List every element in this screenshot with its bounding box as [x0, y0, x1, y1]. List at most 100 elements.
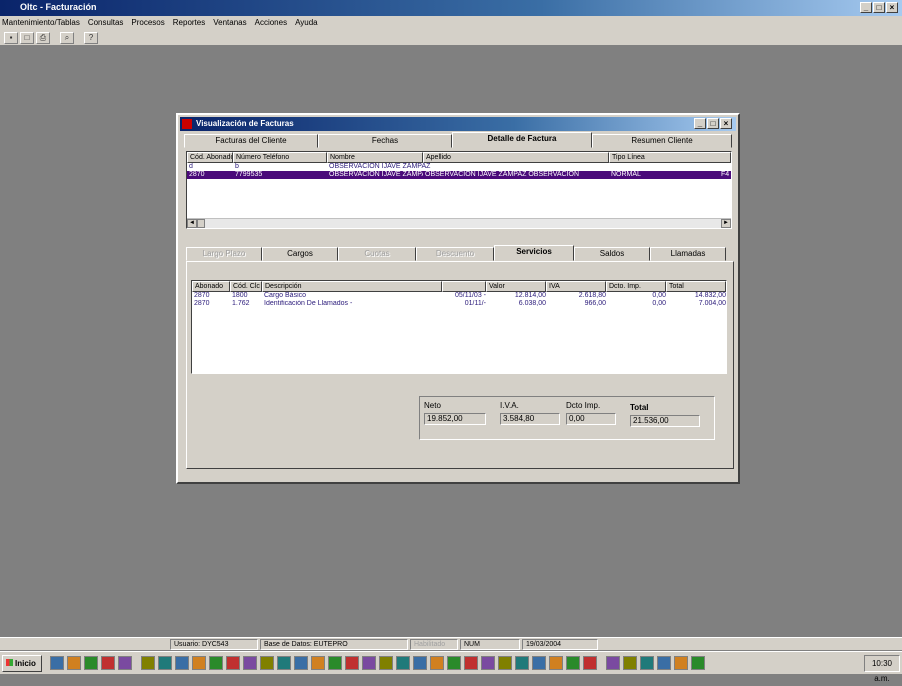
- window-maximize-button[interactable]: □: [707, 118, 719, 129]
- tray-icon[interactable]: [606, 656, 620, 670]
- print-icon[interactable]: ⎙: [36, 32, 50, 44]
- table-row-selected[interactable]: 2870 7799535 OBSERVACIÓN IJAVE ZAMPAZ OB…: [187, 171, 731, 179]
- taskbar-program-icon[interactable]: [413, 656, 427, 670]
- cell: 1800: [232, 292, 248, 299]
- tab-llamadas[interactable]: Llamadas: [650, 247, 726, 261]
- open-icon[interactable]: □: [20, 32, 34, 44]
- column-header-iva[interactable]: IVA: [546, 281, 606, 292]
- cell: 966,00: [584, 300, 606, 307]
- tab-cargos[interactable]: Cargos: [262, 247, 338, 261]
- window-minimize-button[interactable]: _: [694, 118, 706, 129]
- column-header-valor[interactable]: Valor: [486, 281, 546, 292]
- column-header-descripcion[interactable]: Descripción: [262, 281, 442, 292]
- tab-resumen-cliente[interactable]: Resumen Cliente: [592, 134, 732, 148]
- taskbar-program-icon[interactable]: [294, 656, 308, 670]
- quick-launch-icon[interactable]: [67, 656, 81, 670]
- taskbar-program-icon[interactable]: [243, 656, 257, 670]
- taskbar-program-icon[interactable]: [260, 656, 274, 670]
- column-header-apellido[interactable]: Apellido: [423, 152, 609, 163]
- help-icon[interactable]: ?: [84, 32, 98, 44]
- taskbar-program-icon[interactable]: [549, 656, 563, 670]
- tray-icon[interactable]: [674, 656, 688, 670]
- taskbar-program-icon[interactable]: [464, 656, 478, 670]
- taskbar-program-icon[interactable]: [328, 656, 342, 670]
- services-grid[interactable]: Abonado Cód. Clc Descripción Valor IVA D…: [191, 280, 727, 374]
- maximize-button[interactable]: □: [873, 2, 885, 13]
- table-row[interactable]: d b OBSERVACIÓN IJAVE ZAMPAZ: [187, 163, 731, 171]
- taskbar-program-icon[interactable]: [192, 656, 206, 670]
- taskbar-program-icon[interactable]: [158, 656, 172, 670]
- tab-detalle-factura[interactable]: Detalle de Factura: [452, 132, 592, 148]
- column-header-abonado[interactable]: Abonado: [192, 281, 230, 292]
- taskbar-program-icon[interactable]: [498, 656, 512, 670]
- table-row[interactable]: 2870 1800 Cargo Básico 05/11/03 - 12.814…: [192, 292, 726, 300]
- menu-item-mantenimiento[interactable]: Mantenimiento/Tablas: [2, 16, 80, 30]
- menu-item-procesos[interactable]: Procesos: [131, 16, 164, 30]
- taskbar-program-icon[interactable]: [583, 656, 597, 670]
- column-header-total[interactable]: Total: [666, 281, 726, 292]
- table-row[interactable]: 2870 1.762 Identificación De Llamados - …: [192, 300, 726, 308]
- taskbar-program-icon[interactable]: [362, 656, 376, 670]
- start-button[interactable]: Inicio: [2, 655, 42, 672]
- cell: NORMAL: [611, 171, 641, 178]
- scroll-thumb[interactable]: [197, 219, 205, 228]
- quick-launch-icon[interactable]: [101, 656, 115, 670]
- tray-icon[interactable]: [623, 656, 637, 670]
- tab-saldos[interactable]: Saldos: [574, 247, 650, 261]
- taskbar-program-icon[interactable]: [379, 656, 393, 670]
- column-header-dcto-imp[interactable]: Dcto. Imp.: [606, 281, 666, 292]
- subscriber-grid[interactable]: Cód. Abonado Número Teléfono Nombre Apel…: [186, 151, 732, 229]
- search-icon[interactable]: ⌕: [60, 32, 74, 44]
- tray-icon[interactable]: [640, 656, 654, 670]
- scroll-left-icon[interactable]: ◄: [187, 219, 197, 228]
- column-header-blank[interactable]: [442, 281, 486, 292]
- tab-descuento[interactable]: Descuento: [416, 247, 494, 261]
- taskbar-program-icon[interactable]: [566, 656, 580, 670]
- menu-item-ventanas[interactable]: Ventanas: [213, 16, 246, 30]
- menu-item-acciones[interactable]: Acciones: [255, 16, 287, 30]
- quick-launch-icon[interactable]: [118, 656, 132, 670]
- taskbar-program-icon[interactable]: [396, 656, 410, 670]
- taskbar-program-icon[interactable]: [209, 656, 223, 670]
- taskbar-program-icon[interactable]: [481, 656, 495, 670]
- taskbar-program-icon[interactable]: [447, 656, 461, 670]
- column-header-cod-clc[interactable]: Cód. Clc: [230, 281, 262, 292]
- tab-cuotas[interactable]: Cuotas: [338, 247, 416, 261]
- column-header-numero-telefono[interactable]: Número Teléfono: [233, 152, 327, 163]
- taskbar-program-icon[interactable]: [175, 656, 189, 670]
- status-bar: Usuario: DYC543 Base de Datos: EUTEPRO H…: [0, 637, 902, 650]
- quick-launch-icon[interactable]: [84, 656, 98, 670]
- column-header-nombre[interactable]: Nombre: [327, 152, 423, 163]
- taskbar-program-icon[interactable]: [141, 656, 155, 670]
- tab-fechas[interactable]: Fechas: [318, 134, 452, 148]
- taskbar-program-icon[interactable]: [532, 656, 546, 670]
- taskbar-program-icon[interactable]: [345, 656, 359, 670]
- tab-servicios[interactable]: Servicios: [494, 245, 574, 261]
- close-button[interactable]: ×: [886, 2, 898, 13]
- cell: 6.038,00: [518, 300, 546, 307]
- tray-icon[interactable]: [691, 656, 705, 670]
- taskbar-program-icon[interactable]: [277, 656, 291, 670]
- scroll-right-icon[interactable]: ►: [721, 219, 731, 228]
- neto-field: 19.852,00: [424, 413, 486, 425]
- taskbar-program-icon[interactable]: [430, 656, 444, 670]
- column-header-tipo-linea[interactable]: Tipo Línea: [609, 152, 731, 163]
- column-header-cod-abonado[interactable]: Cód. Abonado: [187, 152, 233, 163]
- quick-launch-icon[interactable]: [50, 656, 64, 670]
- minimize-button[interactable]: _: [860, 2, 872, 13]
- servicios-panel: Abonado Cód. Clc Descripción Valor IVA D…: [186, 261, 734, 469]
- taskbar-program-icon[interactable]: [311, 656, 325, 670]
- tray-icon[interactable]: [657, 656, 671, 670]
- menu-item-consultas[interactable]: Consultas: [88, 16, 124, 30]
- cell: 12.814,00: [514, 292, 546, 299]
- menu-item-reportes[interactable]: Reportes: [173, 16, 205, 30]
- tab-largo-plazo[interactable]: Largo Plazo: [186, 247, 262, 261]
- save-icon[interactable]: ▪: [4, 32, 18, 44]
- taskbar-program-icon[interactable]: [515, 656, 529, 670]
- window-close-button[interactable]: ×: [720, 118, 732, 129]
- tab-facturas-cliente[interactable]: Facturas del Cliente: [184, 134, 318, 148]
- menu-item-ayuda[interactable]: Ayuda: [295, 16, 318, 30]
- taskbar-program-icon[interactable]: [226, 656, 240, 670]
- horizontal-scrollbar[interactable]: ◄ ►: [187, 218, 731, 228]
- cell: F4: [721, 171, 730, 178]
